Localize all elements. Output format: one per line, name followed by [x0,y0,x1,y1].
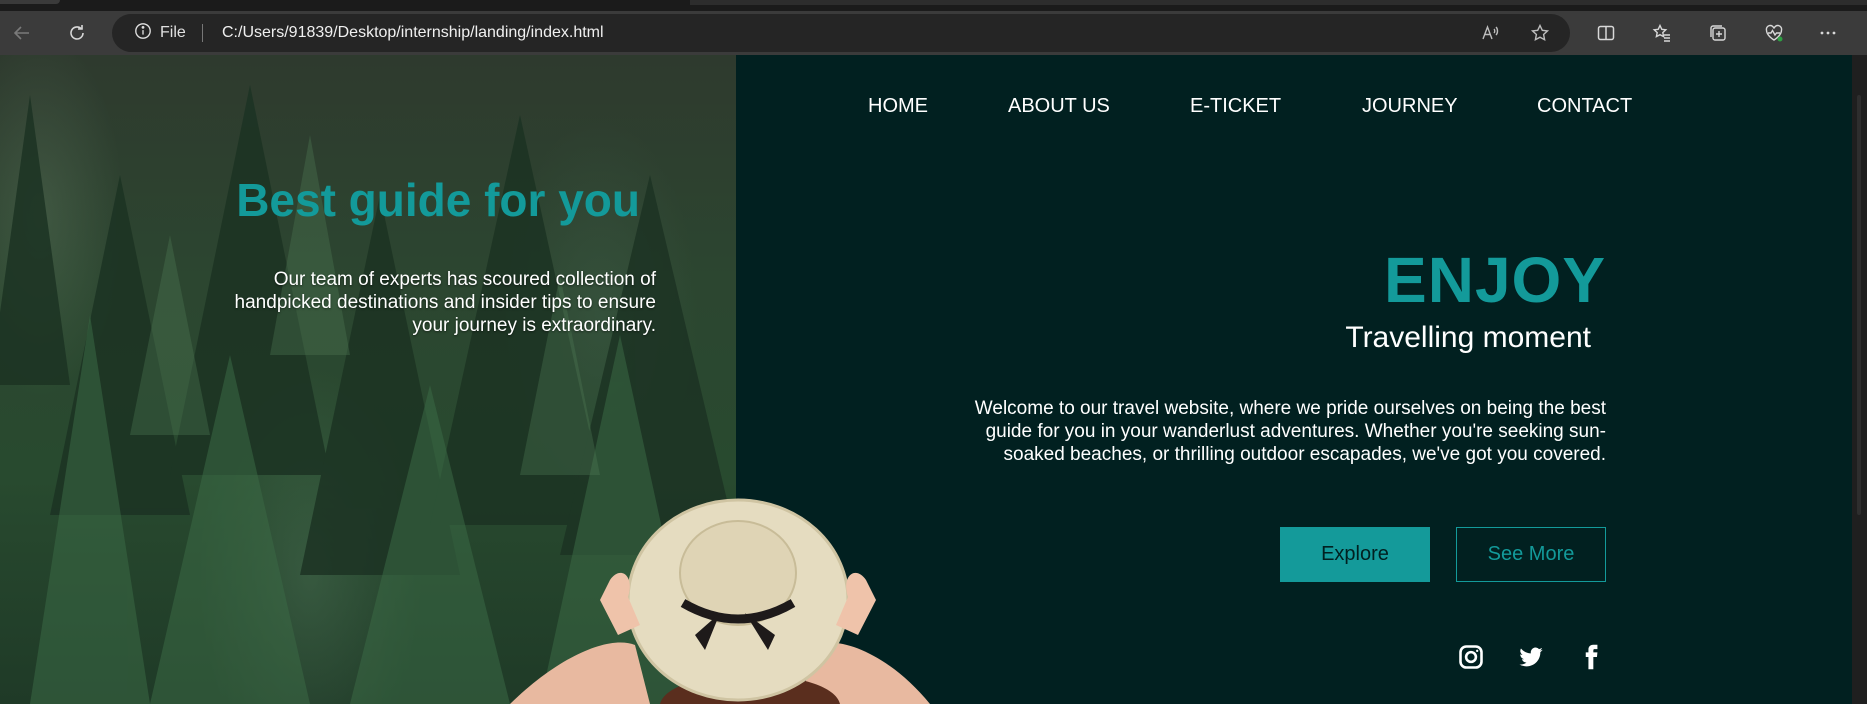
site-info[interactable]: File [134,14,186,52]
browser-essentials-icon[interactable] [1754,11,1794,55]
nav-contact[interactable]: CONTACT [1537,95,1632,118]
page-viewport: HOME ABOUT US E-TICKET JOURNEY CONTACT B… [0,55,1852,704]
split-screen-icon[interactable] [1586,11,1626,55]
facebook-icon[interactable] [1576,642,1606,672]
address-divider [202,24,203,42]
scrollbar-thumb[interactable] [1857,95,1861,515]
vertical-scrollbar[interactable] [1852,55,1867,704]
see-more-button[interactable]: See More [1456,527,1606,582]
read-aloud-icon[interactable] [1480,14,1500,52]
instagram-icon[interactable] [1456,642,1486,672]
explore-button[interactable]: Explore [1280,527,1430,582]
hero-description: Welcome to our travel website, where we … [974,398,1606,465]
hero-headline: ENJOY [1384,244,1606,316]
favorites-icon[interactable] [1642,11,1682,55]
tab[interactable] [690,0,1867,5]
tab-strip [0,0,1867,11]
refresh-icon[interactable] [57,11,97,55]
collections-icon[interactable] [1698,11,1738,55]
twitter-icon[interactable] [1516,642,1546,672]
nav-about-us[interactable]: ABOUT US [1008,95,1110,118]
url-text[interactable]: C:/Users/91839/Desktop/internship/landin… [222,14,604,52]
browser-toolbar: File C:/Users/91839/Desktop/internship/l… [0,11,1867,55]
nav-home[interactable]: HOME [868,95,928,118]
address-bar[interactable]: File C:/Users/91839/Desktop/internship/l… [112,14,1570,52]
back-icon[interactable] [2,11,42,55]
woman-with-hat-image [510,498,930,704]
left-section-text: Our team of experts has scoured collecti… [234,269,656,336]
nav-journey[interactable]: JOURNEY [1362,95,1458,118]
scheme-label: File [160,24,186,41]
more-icon[interactable] [1808,11,1848,55]
favorite-star-icon[interactable] [1530,14,1550,52]
hero-subtitle: Travelling moment [1345,321,1591,354]
left-section-title: Best guide for you [236,174,640,226]
info-icon [134,22,152,45]
tab[interactable] [0,0,60,4]
nav-e-ticket[interactable]: E-TICKET [1190,95,1281,118]
